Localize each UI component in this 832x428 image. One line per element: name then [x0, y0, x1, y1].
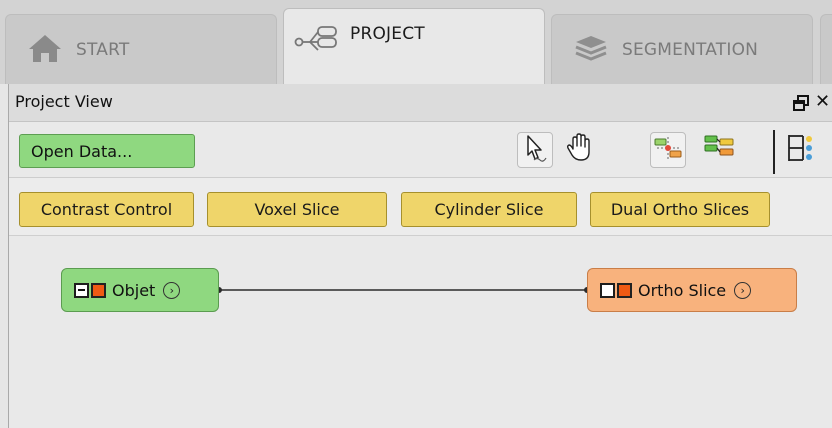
panel-titlebar: Project View ✕ — [9, 84, 832, 122]
connection-line — [216, 287, 590, 293]
project-view-panel: Project View ✕ Open Data... Contrast Con… — [8, 84, 832, 428]
voxel-slice-button[interactable]: Voxel Slice — [207, 192, 387, 227]
connect-icon — [653, 134, 683, 166]
project-graph-icon — [294, 23, 338, 61]
node-menu-arrow-icon[interactable]: › — [734, 281, 752, 299]
viewer-toggle-icon[interactable] — [91, 282, 106, 298]
viewer-toggle-icon[interactable] — [617, 282, 632, 298]
ortho-slice-node[interactable]: Ortho Slice › — [587, 268, 797, 312]
pointer-icon — [521, 133, 549, 167]
float-window-icon[interactable] — [792, 94, 810, 112]
tab-bar: START PROJECT SEGMENTATION — [0, 0, 832, 86]
visibility-toggle-icon[interactable] — [600, 282, 615, 298]
project-toolbar: Open Data... — [9, 122, 832, 178]
dual-ortho-slices-button[interactable]: Dual Ortho Slices — [590, 192, 770, 227]
layers-icon — [574, 34, 608, 66]
tab-start[interactable]: START — [5, 14, 277, 84]
layout-icon — [785, 132, 815, 168]
quick-modules-bar: Contrast Control Voxel Slice Cylinder Sl… — [9, 178, 832, 236]
collapse-toggle-icon[interactable] — [74, 282, 89, 298]
tab-segmentation-label: SEGMENTATION — [622, 39, 759, 60]
objet-node-label: Objet — [112, 280, 156, 300]
layout-tool-button[interactable] — [782, 132, 818, 168]
project-graph-canvas[interactable]: Objet › Ortho Slice › — [9, 237, 832, 428]
node-menu-arrow-icon[interactable]: › — [163, 281, 181, 299]
connect-tool-button[interactable] — [650, 132, 686, 168]
pointer-tool-button[interactable] — [517, 132, 553, 168]
tab-start-label: START — [76, 39, 130, 60]
contrast-control-button[interactable]: Contrast Control — [19, 192, 194, 227]
ortho-slice-node-label: Ortho Slice — [638, 280, 727, 300]
toolbar-separator — [773, 130, 775, 174]
tab-overflow[interactable] — [820, 14, 832, 84]
hand-tool-button[interactable] — [562, 132, 598, 168]
tab-segmentation[interactable]: SEGMENTATION — [551, 14, 813, 84]
hand-icon — [565, 132, 595, 168]
tab-project[interactable]: PROJECT — [283, 8, 545, 86]
open-data-button[interactable]: Open Data... — [19, 134, 195, 168]
panel-title: Project View — [15, 92, 113, 111]
cylinder-slice-button[interactable]: Cylinder Slice — [401, 192, 577, 227]
objet-node[interactable]: Objet › — [61, 268, 219, 312]
tree-icon — [703, 133, 735, 167]
tab-project-label: PROJECT — [350, 24, 425, 44]
home-icon — [28, 33, 62, 67]
tree-tool-button[interactable] — [701, 132, 737, 168]
close-icon[interactable]: ✕ — [815, 91, 830, 112]
